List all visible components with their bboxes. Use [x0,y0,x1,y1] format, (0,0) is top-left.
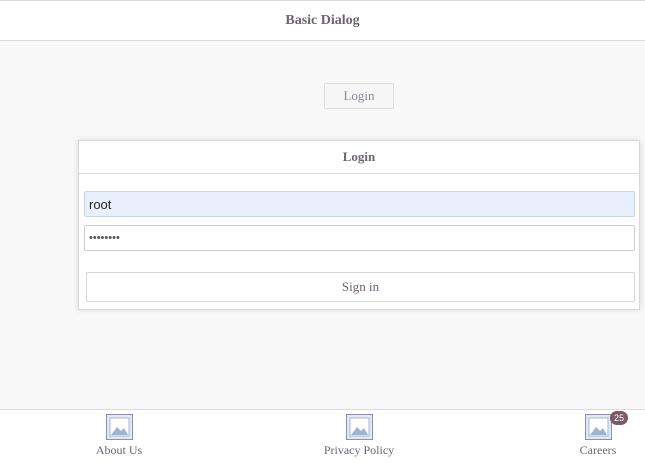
header-bar: Basic Dialog [0,0,645,41]
password-field[interactable]: •••••••• [84,225,635,251]
footer-item-label: Privacy Policy [323,443,395,457]
login-dialog: Login root •••••••• Sign in [78,140,640,310]
open-login-button[interactable]: Login [324,83,394,109]
dialog-title: Login [79,141,639,174]
image-icon [584,414,612,440]
footer-item-label: About Us [95,443,143,457]
username-field[interactable]: root [84,191,635,217]
footer-item-about-us[interactable]: About Us [64,414,174,462]
image-icon [345,414,373,440]
footer-item-privacy-policy[interactable]: Privacy Policy [304,414,414,462]
footer-nav: About Us Privacy Policy 25 Careers [0,409,645,463]
page: Basic Dialog Login Login root •••••••• S… [0,0,645,463]
page-title: Basic Dialog [285,12,360,28]
footer-item-careers[interactable]: 25 Careers [543,411,645,462]
notification-badge: 25 [610,411,628,425]
image-icon [105,414,133,440]
footer-item-label: Careers [579,443,617,457]
sign-in-button[interactable]: Sign in [86,272,635,302]
